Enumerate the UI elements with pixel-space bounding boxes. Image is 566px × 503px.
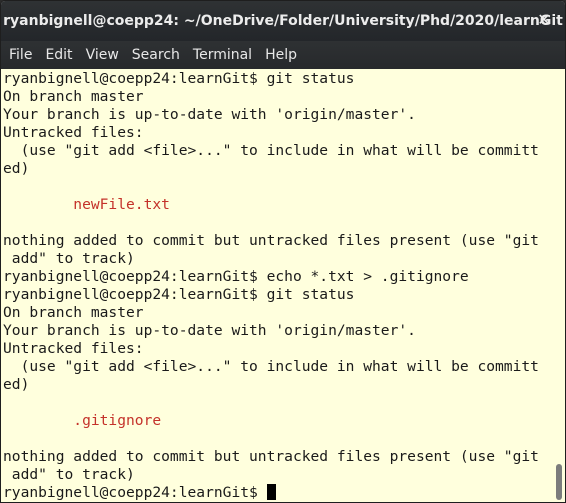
terminal-line: (use "git add <file>..." to include in w… [3, 142, 539, 159]
close-icon[interactable]: ✕ [535, 11, 553, 29]
terminal-line: Your branch is up-to-date with 'origin/m… [3, 322, 416, 339]
scrollbar-thumb[interactable] [556, 464, 562, 500]
menu-view[interactable]: View [81, 41, 124, 69]
untracked-file-entry: .gitignore [3, 412, 162, 429]
terminal-line: (use "git add <file>..." to include in w… [3, 358, 539, 375]
window-title: ryanbignell@coepp24: ~/OneDrive/Folder/U… [3, 13, 563, 29]
terminal-line: ryanbignell@coepp24:learnGit$ git status [3, 70, 355, 87]
menu-bar: File Edit View Search Terminal Help [1, 41, 565, 69]
text-cursor [266, 484, 276, 500]
terminal-line: On branch master [3, 304, 144, 321]
terminal-line: add" to track) [3, 250, 135, 267]
terminal-line: Untracked files: [3, 124, 144, 141]
untracked-file-entry: newFile.txt [3, 196, 170, 213]
menu-terminal[interactable]: Terminal [188, 41, 257, 69]
menu-search[interactable]: Search [127, 41, 185, 69]
menu-file[interactable]: File [4, 41, 37, 69]
terminal-line: Your branch is up-to-date with 'origin/m… [3, 106, 416, 123]
terminal-output[interactable]: ryanbignell@coepp24:learnGit$ git status… [1, 69, 553, 502]
terminal-line: ed) [3, 376, 30, 393]
terminal-line: nothing added to commit but untracked fi… [3, 232, 539, 249]
terminal-line: ryanbignell@coepp24:learnGit$ echo *.txt… [3, 268, 469, 285]
terminal-scrollbar[interactable] [553, 69, 565, 502]
terminal-line: Untracked files: [3, 340, 144, 357]
terminal-line: On branch master [3, 88, 144, 105]
terminal-line: ryanbignell@coepp24:learnGit$ git status [3, 286, 355, 303]
title-bar[interactable]: ryanbignell@coepp24: ~/OneDrive/Folder/U… [1, 1, 565, 41]
terminal-line: add" to track) [3, 466, 135, 483]
terminal-window: ryanbignell@coepp24: ~/OneDrive/Folder/U… [0, 0, 566, 503]
menu-help[interactable]: Help [260, 41, 302, 69]
terminal-line: nothing added to commit but untracked fi… [3, 448, 539, 465]
terminal-prompt-line[interactable]: ryanbignell@coepp24:learnGit$ [3, 484, 553, 502]
shell-prompt: ryanbignell@coepp24:learnGit$ [3, 484, 267, 501]
terminal-line: ed) [3, 160, 30, 177]
menu-edit[interactable]: Edit [40, 41, 77, 69]
